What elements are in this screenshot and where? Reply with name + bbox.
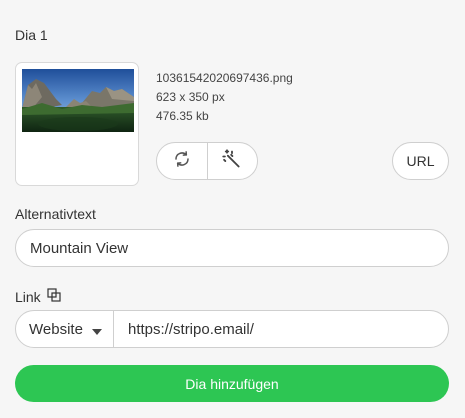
image-action-group (156, 142, 258, 180)
edit-image-button[interactable] (206, 143, 258, 179)
refresh-icon (173, 150, 191, 173)
link-type-select[interactable]: Website (16, 311, 114, 347)
copy-icon[interactable] (47, 288, 61, 305)
image-thumbnail (22, 69, 134, 132)
link-label-row: Link (15, 288, 61, 305)
alt-text-input[interactable] (15, 229, 449, 267)
link-type-value: Website (29, 320, 83, 338)
magic-wand-icon (222, 148, 242, 174)
replace-image-button[interactable] (157, 143, 207, 179)
image-file-size: 476.35 kb (156, 109, 209, 123)
add-slide-button[interactable]: Dia hinzufügen (15, 365, 449, 402)
image-thumbnail-card[interactable] (15, 62, 139, 186)
slide-title: Dia 1 (15, 27, 48, 43)
chevron-down-icon (91, 322, 102, 339)
image-file-name: 10361542020697436.png (156, 71, 293, 85)
link-url-input[interactable] (114, 311, 448, 347)
image-dimensions: 623 x 350 px (156, 90, 225, 104)
url-button[interactable]: URL (392, 142, 449, 180)
link-label: Link (15, 288, 41, 305)
link-input-group: Website (15, 310, 449, 348)
alt-text-label: Alternativtext (15, 206, 96, 222)
